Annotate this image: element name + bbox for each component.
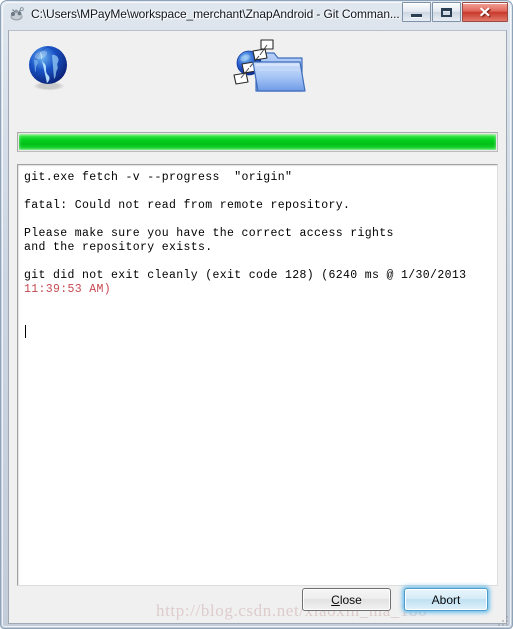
console-line: git did not exit cleanly (exit code 128)…: [24, 269, 467, 282]
dialog-client-area: git.exe fetch -v --progress "origin" fat…: [8, 30, 507, 624]
text-caret: [25, 325, 26, 338]
progress-bar: [17, 132, 498, 152]
minimize-icon: [411, 13, 422, 17]
console-line: git.exe fetch -v --progress "origin": [24, 171, 293, 184]
console-line: fatal: Could not read from remote reposi…: [24, 199, 351, 212]
console-line: and the repository exists.: [24, 241, 213, 254]
resize-grip[interactable]: [497, 614, 509, 626]
console-error-line: 11:39:53 AM): [24, 283, 112, 296]
console-output[interactable]: git.exe fetch -v --progress "origin" fat…: [17, 164, 498, 586]
window-controls: ✕: [401, 2, 508, 22]
window-title: C:\Users\MPayMe\workspace_merchant\ZnapA…: [31, 7, 400, 21]
globe-icon: [24, 43, 74, 93]
close-window-button[interactable]: ✕: [462, 2, 508, 22]
minimize-button[interactable]: [402, 2, 431, 22]
file-copy-to-folder-icon: [220, 37, 308, 103]
transfer-animation-strip: [9, 31, 506, 115]
console-output-text: git.exe fetch -v --progress "origin" fat…: [24, 171, 497, 297]
git-gui-icon: [8, 6, 25, 23]
close-button-accelerator: C: [331, 592, 340, 607]
progress-bar-fill: [19, 134, 496, 150]
maximize-icon: [441, 7, 452, 17]
close-button-label-rest: lose: [339, 592, 362, 607]
close-button[interactable]: Close: [302, 588, 391, 611]
close-icon: ✕: [478, 4, 492, 20]
close-button-label: Close: [331, 593, 362, 607]
abort-button[interactable]: Abort: [404, 588, 488, 611]
abort-button-label: Abort: [431, 592, 461, 607]
maximize-button[interactable]: [432, 2, 461, 22]
git-command-window: C:\Users\MPayMe\workspace_merchant\ZnapA…: [0, 0, 513, 629]
console-line: Please make sure you have the correct ac…: [24, 227, 394, 240]
